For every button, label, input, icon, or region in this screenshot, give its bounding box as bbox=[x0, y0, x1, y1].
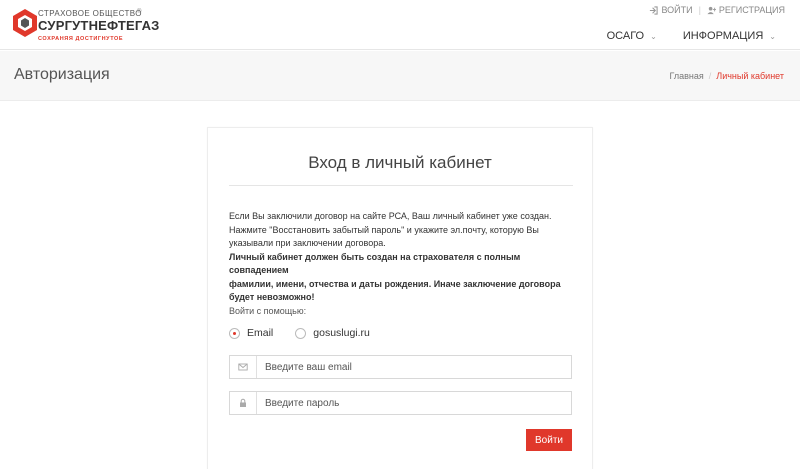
password-field-addon bbox=[230, 392, 257, 414]
chevron-down-icon: ⌄ bbox=[650, 31, 657, 41]
login-card-title: Вход в личный кабинет bbox=[308, 153, 492, 172]
page-title-bar: Авторизация Главная / Личный кабинет bbox=[0, 51, 800, 101]
envelope-icon bbox=[238, 363, 248, 371]
login-submit-button[interactable]: Войти bbox=[526, 429, 572, 451]
sign-in-icon bbox=[650, 5, 659, 15]
logo-registered-mark: ® bbox=[137, 9, 142, 15]
login-link[interactable]: ВОЙТИ bbox=[649, 5, 693, 15]
info-line: Нажмите "Восстановить забытый пароль" и … bbox=[229, 224, 539, 235]
company-logo[interactable]: СТРАХОВОЕ ОБЩЕСТВО СУРГУТНЕФТЕГАЗ ® СОХР… bbox=[10, 6, 159, 46]
logo-top-text: СТРАХОВОЕ ОБЩЕСТВО bbox=[38, 9, 142, 18]
warning-line: фамилии, имени, отчества и даты рождения… bbox=[229, 278, 561, 289]
register-link[interactable]: РЕГИСТРАЦИЯ bbox=[707, 5, 785, 15]
page-title: Авторизация bbox=[14, 66, 110, 83]
top-links-separator: | bbox=[698, 5, 701, 15]
breadcrumb-separator: / bbox=[708, 71, 712, 81]
chevron-down-icon: ⌄ bbox=[769, 31, 776, 41]
lock-icon bbox=[240, 398, 246, 407]
login-info-text: Если Вы заключили договор на сайте РСА, … bbox=[229, 210, 574, 305]
email-field-addon bbox=[230, 356, 257, 378]
radio-checked-icon[interactable] bbox=[229, 327, 240, 339]
nav-item-label: ИНФОРМАЦИЯ bbox=[682, 30, 764, 42]
login-method-options: Email gosuslugi.ru bbox=[229, 327, 370, 339]
nav-item-osago[interactable]: ОСАГО ⌄ bbox=[607, 30, 657, 42]
radio-gosuslugi-label: gosuslugi.ru bbox=[313, 327, 370, 339]
radio-unchecked-icon[interactable] bbox=[295, 327, 307, 339]
radio-gosuslugi[interactable]: gosuslugi.ru bbox=[295, 327, 370, 339]
login-with-label: Войти с помощью: bbox=[229, 306, 307, 316]
logo-emblem-icon bbox=[13, 9, 37, 37]
breadcrumb: Главная / Личный кабинет bbox=[670, 71, 785, 81]
logo-main-text: СУРГУТНЕФТЕГАЗ bbox=[38, 18, 160, 33]
breadcrumb-home-link[interactable]: Главная bbox=[670, 71, 704, 81]
warning-line: будет невозможно! bbox=[229, 292, 315, 302]
email-field bbox=[229, 355, 572, 379]
divider bbox=[229, 185, 573, 186]
email-input[interactable] bbox=[257, 356, 571, 378]
login-link-label: ВОЙТИ bbox=[661, 5, 693, 15]
breadcrumb-current: Личный кабинет bbox=[716, 71, 784, 81]
nav-item-label: ОСАГО bbox=[606, 30, 645, 42]
logo-slogan: СОХРАНЯЯ ДОСТИГНУТОЕ bbox=[38, 36, 124, 42]
register-link-label: РЕГИСТРАЦИЯ bbox=[718, 5, 785, 15]
radio-email[interactable]: Email bbox=[229, 327, 273, 339]
top-links: ВОЙТИ | РЕГИСТРАЦИЯ bbox=[649, 5, 785, 15]
password-input[interactable] bbox=[257, 392, 571, 414]
info-line: Если Вы заключили договор на сайте РСА, … bbox=[229, 211, 552, 221]
info-line: указывали при заключении договора. bbox=[229, 238, 386, 248]
site-header: СТРАХОВОЕ ОБЩЕСТВО СУРГУТНЕФТЕГАЗ ® СОХР… bbox=[0, 0, 800, 50]
login-card: Вход в личный кабинет Если Вы заключили … bbox=[207, 127, 593, 469]
user-plus-icon bbox=[707, 6, 716, 14]
main-nav: ОСАГО ⌄ ИНФОРМАЦИЯ ⌄ bbox=[607, 30, 776, 42]
nav-item-information[interactable]: ИНФОРМАЦИЯ ⌄ bbox=[683, 30, 776, 42]
radio-email-label: Email bbox=[247, 327, 274, 339]
password-field bbox=[229, 391, 572, 415]
warning-line: Личный кабинет должен быть создан на стр… bbox=[229, 251, 521, 276]
